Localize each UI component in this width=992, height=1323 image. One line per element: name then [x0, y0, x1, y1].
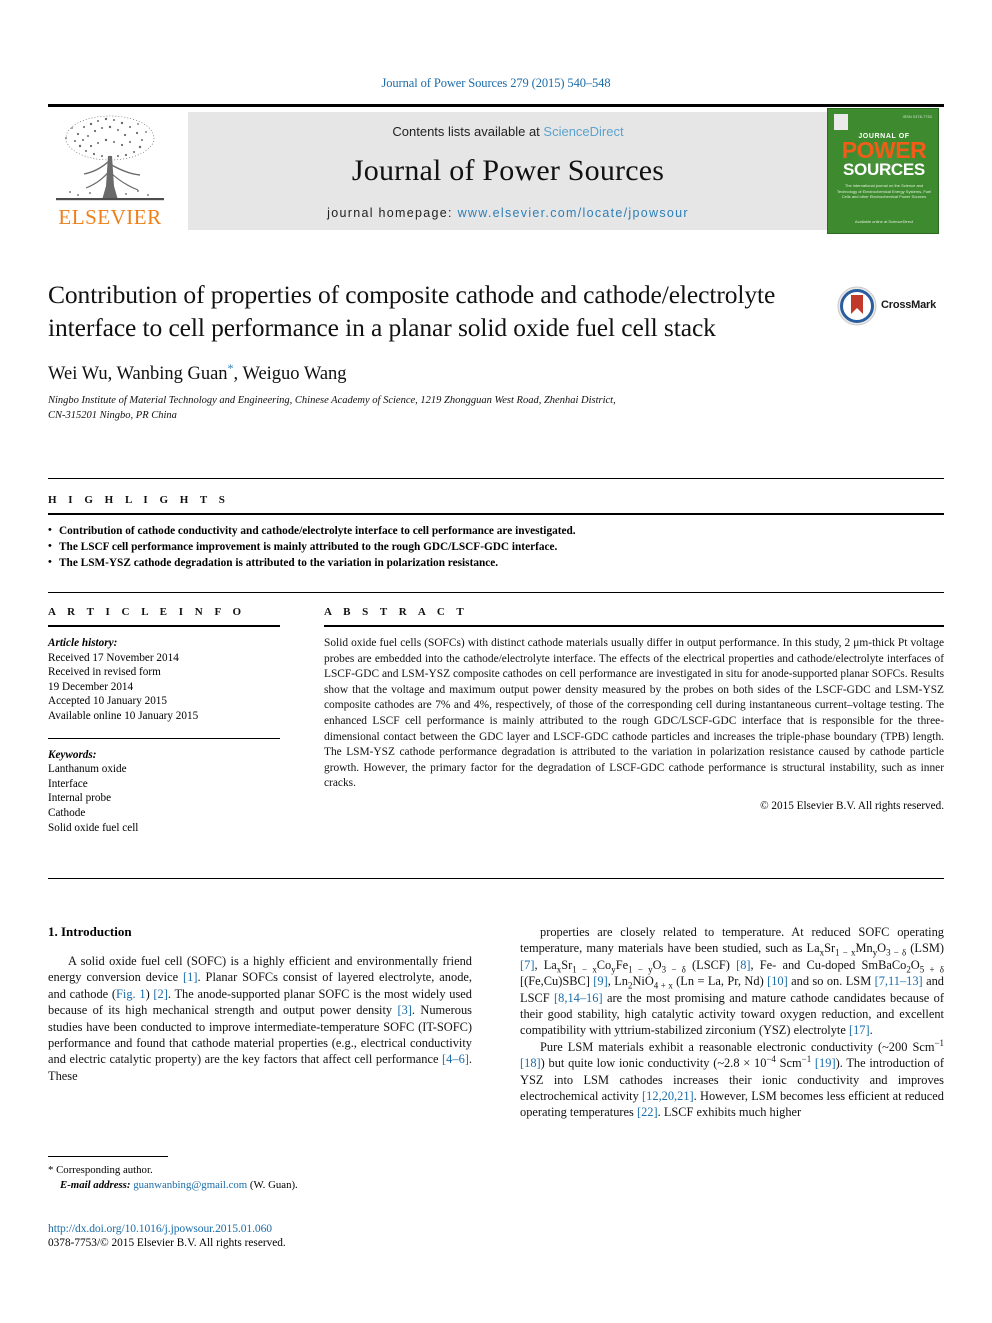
page-title: Contribution of properties of composite … — [48, 280, 776, 342]
corresponding-author-note: * Corresponding author. — [48, 1164, 153, 1176]
contents-prefix: Contents lists available at — [392, 124, 544, 139]
article-page: Journal of Power Sources 279 (2015) 540–… — [0, 0, 992, 1323]
email-suffix: (W. Guan). — [247, 1178, 298, 1191]
article-info-label: A R T I C L E I N F O — [48, 606, 246, 618]
rule-above-abstract — [48, 592, 944, 593]
article-info-rule — [48, 625, 280, 627]
footnote-rule — [48, 1156, 168, 1157]
journal-masthead: ELSEVIER Contents lists available at Sci… — [48, 104, 944, 234]
journal-homepage-line: journal homepage: www.elsevier.com/locat… — [188, 206, 828, 220]
rule-above-highlights — [48, 478, 944, 479]
list-item: Contribution of cathode conductivity and… — [48, 522, 944, 539]
cover-power-word: POWER — [841, 137, 927, 163]
keywords-block: Keywords: Lanthanum oxide Interface Inte… — [48, 748, 280, 836]
intro-paragraph-1: A solid oxide fuel cell (SOFC) is a high… — [48, 954, 473, 1083]
keyword-item: Internal probe — [48, 792, 112, 805]
history-item: 19 December 2014 — [48, 680, 134, 693]
doi-link[interactable]: http://dx.doi.org/10.1016/j.jpowsour.201… — [48, 1222, 548, 1235]
abstract-text: Solid oxide fuel cells (SOFCs) with dist… — [324, 637, 944, 790]
list-item: The LSCF cell performance improvement is… — [48, 538, 944, 555]
affiliation: Ningbo Institute of Material Technology … — [48, 394, 748, 423]
keyword-item: Lanthanum oxide — [48, 763, 127, 776]
title-block: Contribution of properties of composite … — [48, 278, 944, 423]
body-column-left: 1. Introduction A solid oxide fuel cell … — [48, 924, 472, 1084]
affiliation-line-2: CN-315201 Ningbo, PR China — [48, 409, 177, 421]
email-link[interactable]: guanwanbing@gmail.com — [133, 1179, 247, 1191]
history-item: Received 17 November 2014 — [48, 651, 179, 664]
article-history-heading: Article history: — [48, 637, 118, 649]
crossmark-icon[interactable] — [837, 286, 877, 326]
author-names: Wei Wu, Wanbing Guan — [48, 364, 228, 384]
article-history-block: Article history: Received 17 November 20… — [48, 636, 280, 724]
cover-top-note: ISSN 0378-7753 — [902, 115, 932, 119]
masthead-banner: Contents lists available at ScienceDirec… — [188, 112, 828, 230]
keyword-item: Interface — [48, 777, 88, 790]
doi-block: http://dx.doi.org/10.1016/j.jpowsour.201… — [48, 1222, 548, 1249]
list-item: The LSM-YSZ cathode degradation is attri… — [48, 554, 944, 571]
highlights-rule — [48, 513, 944, 515]
intro-paragraph-3: Pure LSM materials exhibit a reasonable … — [520, 1037, 944, 1120]
cover-sources-word: SOURCES — [843, 160, 925, 179]
crossmark-label: CrossMark — [881, 299, 937, 311]
masthead-top-rule — [48, 104, 944, 107]
keywords-heading: Keywords: — [48, 748, 97, 761]
body-column-right: properties are closely related to temper… — [520, 924, 944, 1121]
sciencedirect-link[interactable]: ScienceDirect — [543, 124, 623, 139]
keyword-item: Solid oxide fuel cell — [48, 821, 139, 834]
article-info-section: A R T I C L E I N F O Article history: R… — [48, 606, 280, 835]
journal-title: Journal of Power Sources — [351, 154, 665, 187]
cover-footer-note: Available online at ScienceDirect — [854, 219, 914, 224]
highlights-list: Contribution of cathode conductivity and… — [48, 522, 944, 571]
abstract-copyright: © 2015 Elsevier B.V. All rights reserved… — [760, 799, 944, 812]
abstract-section: A B S T R A C T Solid oxide fuel cells (… — [324, 606, 944, 812]
email-line: E-mail address: guanwanbing@gmail.com (W… — [48, 1178, 472, 1193]
author-names-tail: , Weiguo Wang — [233, 364, 347, 384]
cover-subtitle: The international journal on the Science… — [836, 183, 932, 199]
elsevier-wordmark: ELSEVIER — [58, 205, 162, 229]
cover-elsevier-mark — [834, 114, 848, 130]
history-item: Accepted 10 January 2015 — [48, 695, 167, 708]
history-item: Received in revised form — [48, 666, 161, 679]
journal-homepage-link[interactable]: www.elsevier.com/locate/jpowsour — [458, 206, 689, 220]
affiliation-line-1: Ningbo Institute of Material Technology … — [48, 395, 616, 406]
elsevier-tree-icon — [56, 115, 164, 201]
issn-copyright-line: 0378-7753/© 2015 Elsevier B.V. All right… — [48, 1237, 286, 1249]
corresponding-author-footnote: * Corresponding author. E-mail address: … — [48, 1156, 472, 1192]
homepage-prefix: journal homepage: — [327, 206, 458, 220]
highlights-section: H I G H L I G H T S Contribution of cath… — [48, 494, 944, 571]
intro-paragraph-2: properties are closely related to temper… — [520, 925, 945, 1038]
author-list: Wei Wu, Wanbing Guan*, Weiguo Wang — [48, 362, 944, 385]
rule-above-body — [48, 878, 944, 879]
crossmark-badge-group[interactable]: CrossMark — [837, 286, 941, 326]
email-label: E-mail address: — [60, 1178, 131, 1191]
highlights-label: H I G H L I G H T S — [48, 494, 230, 506]
running-head: Journal of Power Sources 279 (2015) 540–… — [381, 76, 611, 90]
abstract-label: A B S T R A C T — [324, 606, 469, 618]
keywords-divider — [48, 737, 280, 739]
history-item: Available online 10 January 2015 — [48, 709, 199, 722]
elsevier-logo: ELSEVIER — [50, 112, 170, 230]
journal-cover-thumbnail[interactable]: ISSN 0378-7753 JOURNAL OF POWER SOURCES … — [827, 108, 939, 234]
contents-available-line: Contents lists available at ScienceDirec… — [188, 124, 828, 139]
keyword-item: Cathode — [48, 806, 86, 819]
abstract-rule — [324, 625, 944, 627]
section-heading-introduction: 1. Introduction — [48, 924, 132, 939]
